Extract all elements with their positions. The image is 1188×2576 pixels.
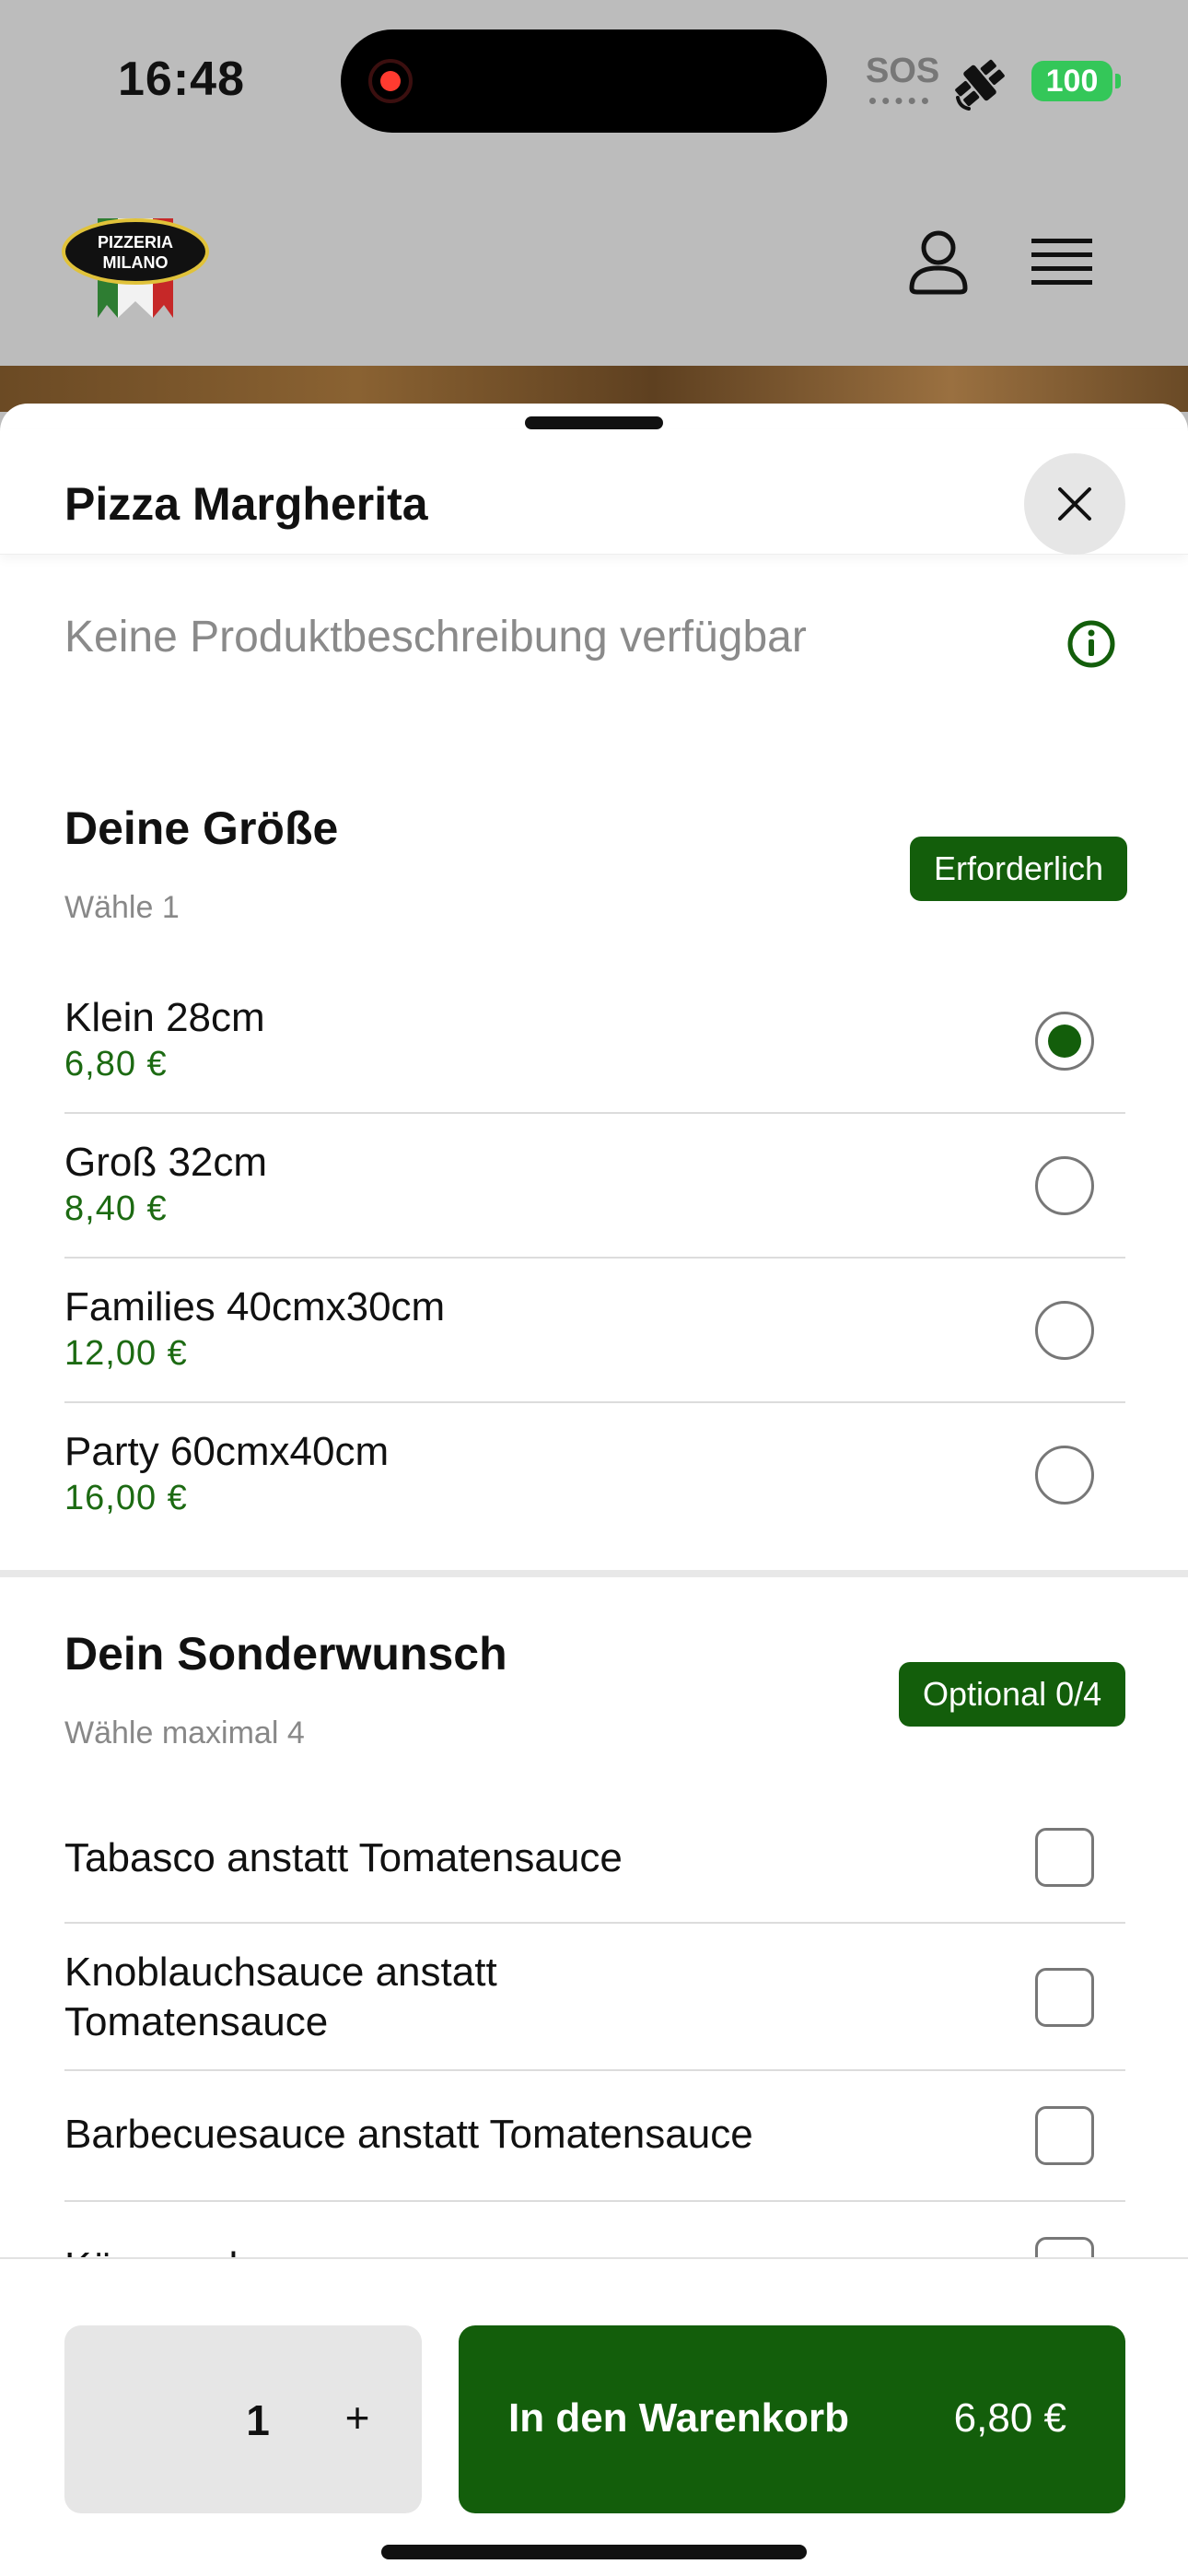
- hamburger-menu-icon[interactable]: [1030, 237, 1094, 288]
- close-button[interactable]: [1024, 453, 1125, 555]
- close-icon: [1058, 487, 1091, 521]
- size-option-row[interactable]: Party 60cmx40cm 16,00 €: [64, 1403, 1125, 1548]
- size-radio[interactable]: [1035, 1446, 1094, 1505]
- sheet-grabber[interactable]: [525, 416, 663, 429]
- logo-line1: PIZZERIA: [98, 233, 173, 252]
- size-option-label: Groß 32cm: [64, 1140, 268, 1185]
- size-option-price: 16,00 €: [64, 1479, 188, 1517]
- size-radio-selected[interactable]: [1035, 1012, 1094, 1071]
- add-to-cart-price: 6,80 €: [953, 2395, 1066, 2441]
- satellite-icon: [955, 59, 1005, 111]
- product-description: Keine Produktbeschreibung verfügbar: [64, 613, 807, 662]
- size-option-row[interactable]: Families 40cmx30cm 12,00 €: [64, 1259, 1125, 1403]
- info-icon[interactable]: [1066, 619, 1116, 669]
- dynamic-island: [341, 29, 827, 133]
- quantity-plus-button[interactable]: +: [332, 2392, 383, 2443]
- product-sheet: Pizza Margherita Keine Produktbeschreibu…: [0, 404, 1188, 2576]
- size-option-label: Families 40cmx30cm: [64, 1284, 446, 1329]
- wish-option-row[interactable]: Knoblauchsauce anstatt Tomatensauce: [64, 1924, 1125, 2071]
- required-badge: Erforderlich: [910, 837, 1128, 901]
- record-icon: [368, 59, 413, 103]
- quantity-stepper: 1 +: [64, 2325, 422, 2513]
- size-option-price: 12,00 €: [64, 1334, 188, 1373]
- logo-line2: MILANO: [103, 253, 169, 272]
- wish-option-label: Barbecuesauce anstatt Tomatensauce: [64, 2112, 753, 2157]
- wish-section-subtitle: Wähle maximal 4: [64, 1715, 305, 1751]
- status-bar: 16:48 SOS 100: [0, 0, 1188, 161]
- wish-option-label: Tabasco anstatt Tomatensauce: [64, 1835, 623, 1880]
- add-to-cart-label: In den Warenkorb: [508, 2395, 849, 2441]
- section-divider: [0, 1570, 1188, 1577]
- size-option-label: Party 60cmx40cm: [64, 1429, 390, 1474]
- size-option-row[interactable]: Groß 32cm 8,40 €: [64, 1114, 1125, 1259]
- size-section-subtitle: Wähle 1: [64, 890, 180, 925]
- add-to-cart-button[interactable]: In den Warenkorb 6,80 €: [459, 2325, 1125, 2513]
- wish-section-title: Dein Sonderwunsch: [64, 1628, 507, 1680]
- user-icon[interactable]: [906, 229, 971, 296]
- wish-option-row[interactable]: Tabasco anstatt Tomatensauce: [64, 1793, 1125, 1924]
- wish-checkbox[interactable]: [1035, 2106, 1094, 2165]
- size-radio[interactable]: [1035, 1301, 1094, 1360]
- size-section-title: Deine Größe: [64, 802, 339, 854]
- wish-checkbox[interactable]: [1035, 1828, 1094, 1887]
- app-header: PIZZERIA MILANO: [0, 161, 1188, 366]
- quantity-value: 1: [246, 2396, 270, 2444]
- size-option-price: 6,80 €: [64, 1045, 168, 1083]
- size-option-label: Klein 28cm: [64, 995, 265, 1040]
- pizzeria-logo[interactable]: PIZZERIA MILANO: [61, 209, 210, 322]
- size-radio[interactable]: [1035, 1156, 1094, 1215]
- optional-badge: Optional 0/4: [899, 1662, 1126, 1727]
- wish-checkbox[interactable]: [1035, 1968, 1094, 2027]
- home-indicator[interactable]: [381, 2545, 807, 2559]
- size-option-row[interactable]: Klein 28cm 6,80 €: [64, 969, 1125, 1114]
- wish-option-row[interactable]: Barbecuesauce anstatt Tomatensauce: [64, 2071, 1125, 2202]
- status-time: 16:48: [118, 53, 245, 106]
- battery-icon: 100: [1031, 61, 1121, 101]
- sos-indicator: SOS: [866, 53, 939, 107]
- wish-option-label: Knoblauchsauce anstatt Tomatensauce: [64, 1950, 497, 2044]
- product-title: Pizza Margherita: [64, 478, 428, 530]
- bottom-action-bar: 1 + In den Warenkorb 6,80 €: [0, 2257, 1188, 2576]
- size-option-price: 8,40 €: [64, 1189, 168, 1228]
- sheet-header: Pizza Margherita: [0, 429, 1188, 555]
